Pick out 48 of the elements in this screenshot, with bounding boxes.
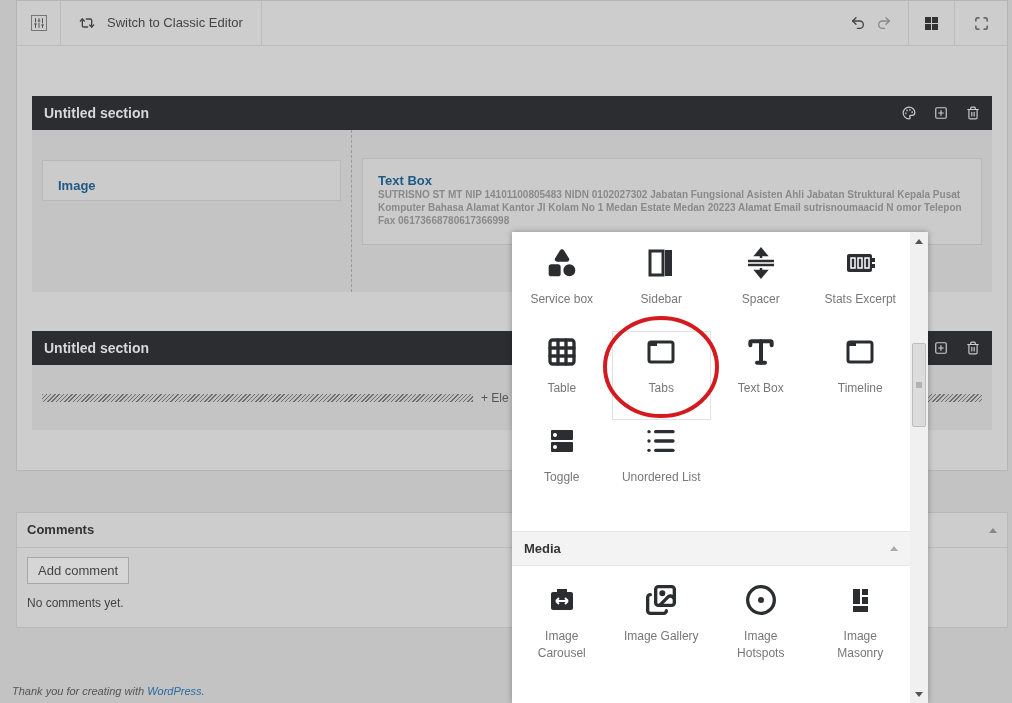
section-title: Untitled section bbox=[44, 338, 149, 358]
widget-option[interactable]: Service box bbox=[512, 242, 612, 331]
comments-empty-text: No comments yet. bbox=[27, 595, 124, 612]
footer-text: Thank you for creating with WordPress. bbox=[12, 685, 205, 697]
wordpress-link[interactable]: WordPress. bbox=[147, 685, 205, 697]
widget-title: Text Box bbox=[378, 173, 433, 188]
section-title: Untitled section bbox=[44, 103, 149, 123]
scrollbar[interactable] bbox=[910, 232, 928, 703]
widget-option[interactable]: Spacer bbox=[711, 242, 811, 331]
widget-option[interactable]: Table bbox=[512, 331, 612, 420]
widget-option[interactable]: Timeline bbox=[810, 331, 910, 420]
target-icon bbox=[744, 584, 777, 616]
widget-option[interactable]: Toggle bbox=[512, 420, 612, 509]
add-icon[interactable] bbox=[934, 106, 948, 120]
widget-option[interactable]: Image Gallery bbox=[611, 579, 711, 668]
layout-icon[interactable] bbox=[925, 16, 938, 30]
settings-icon[interactable] bbox=[30, 15, 47, 31]
widget-title: Image bbox=[58, 178, 96, 193]
group-header[interactable]: Media bbox=[512, 531, 910, 566]
scroll-down-icon[interactable] bbox=[915, 691, 923, 697]
widget-option[interactable]: Sidebar bbox=[611, 242, 711, 331]
delete-icon[interactable] bbox=[966, 106, 980, 120]
drop-zone bbox=[927, 393, 982, 402]
switch-icon bbox=[79, 15, 95, 31]
widget-option[interactable]: Tabs bbox=[611, 331, 711, 420]
widget-option[interactable]: Image Masonry bbox=[810, 579, 910, 668]
scroll-up-icon[interactable] bbox=[915, 238, 923, 244]
add-icon[interactable] bbox=[934, 341, 948, 355]
gallery-icon bbox=[645, 584, 678, 616]
undo-icon[interactable] bbox=[850, 15, 866, 31]
widget-text: SUTRISNO ST MT NIP 14101100805483 NIDN 0102027302 Jabatan Fungsional Asisten Ahli Jabatan Struktural Kepala Pusat Komputer Bahasa Alamat Kantor Jl Kolam No 1 Medan Estate Medan 20223 Alamat Email sutrisnoumaacid N omor Telepon Fax 06173668780617366998 bbox=[378, 188, 963, 227]
fullscreen-icon[interactable] bbox=[973, 15, 989, 31]
widget-option[interactable]: Stats Excerpt bbox=[810, 242, 910, 331]
image-widget[interactable]: Image bbox=[42, 160, 341, 201]
group-title: Media bbox=[524, 539, 561, 558]
widget-option[interactable]: Image Carousel bbox=[512, 579, 612, 668]
grip-icon bbox=[916, 382, 922, 388]
delete-icon[interactable] bbox=[966, 341, 980, 355]
add-element-link[interactable]: + Ele bbox=[481, 388, 509, 407]
add-comment-button[interactable]: Add comment bbox=[27, 557, 130, 584]
palette-icon[interactable] bbox=[902, 106, 916, 120]
widget-option[interactable]: Unordered List bbox=[611, 420, 711, 509]
scroll-thumb[interactable] bbox=[912, 343, 926, 427]
comments-title: Comments bbox=[27, 521, 95, 540]
table-icon bbox=[545, 336, 578, 368]
widget-option[interactable]: Text Box bbox=[711, 331, 811, 420]
widget-option[interactable]: Image Hotspots bbox=[711, 579, 811, 668]
switch-editor-button[interactable]: Switch to Classic Editor bbox=[61, 1, 262, 45]
